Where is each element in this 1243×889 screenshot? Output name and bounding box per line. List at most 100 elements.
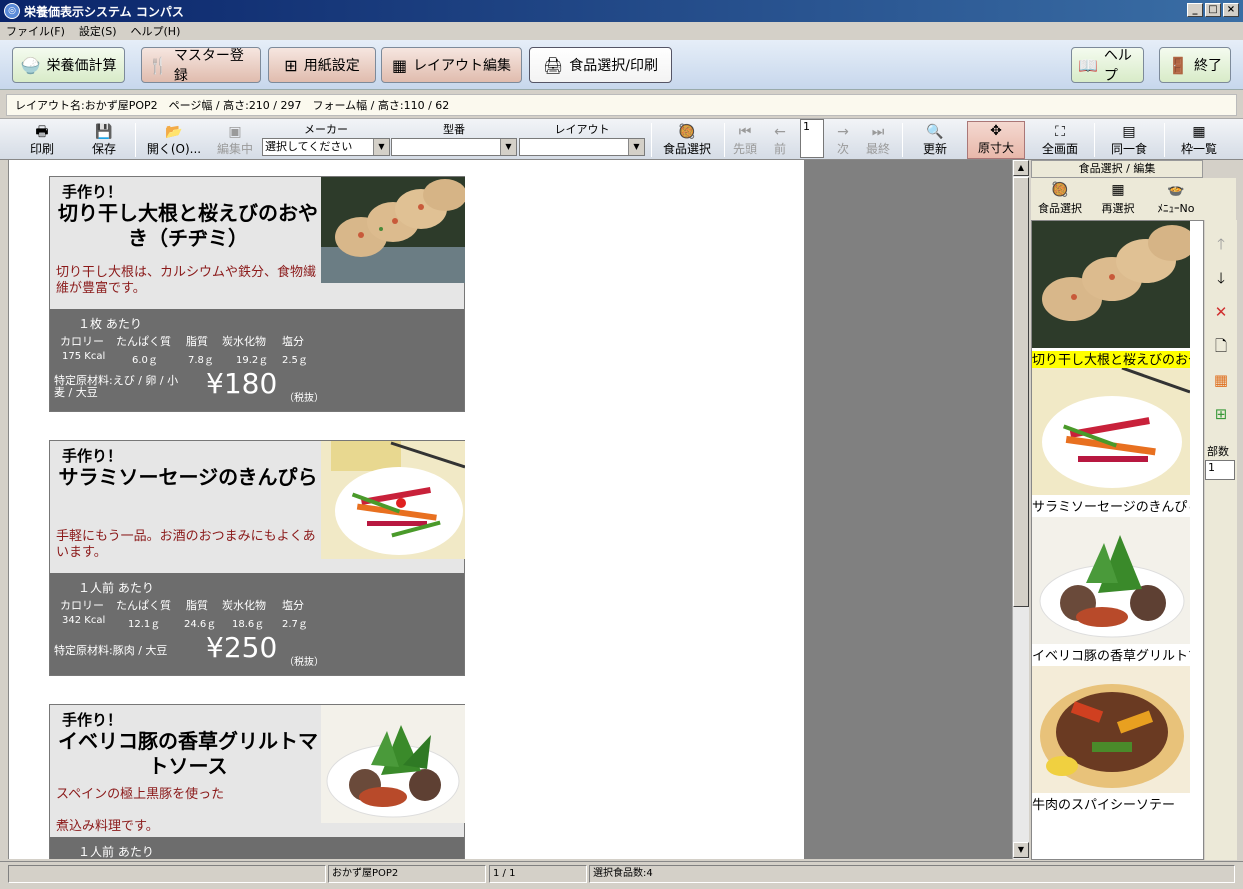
fullscreen-button[interactable]: ⛶ 全画面: [1033, 121, 1087, 159]
minimize-button[interactable]: _: [1187, 3, 1203, 17]
refresh-icon: 🔍: [926, 124, 944, 140]
food-thumbnail: [1032, 366, 1191, 495]
first-page-button[interactable]: ⏮ 先頭: [729, 121, 761, 159]
list-item[interactable]: イベリコ豚の香草グリルトマトソース: [1032, 517, 1190, 667]
arrow-right-icon: →: [837, 124, 849, 140]
food-icon: 🥘: [1051, 182, 1069, 198]
food-thumbnail: [1032, 517, 1190, 644]
chevron-down-icon[interactable]: ▼: [628, 139, 644, 155]
food-name: 切り干し大根と桜えびのおやき（チヂミ）: [58, 201, 318, 250]
price: ¥250: [206, 631, 278, 664]
maximize-button[interactable]: □: [1205, 3, 1221, 17]
actual-size-button[interactable]: ✥ 原寸大: [967, 121, 1025, 159]
status-layout: おかず屋POP2: [328, 865, 486, 883]
copies-input[interactable]: 1: [1205, 460, 1235, 480]
editing-button: ▣ 編集中: [216, 124, 253, 156]
same-meal-icon: ▤: [1122, 124, 1136, 140]
reselect-button[interactable]: ▦ 再選択: [1095, 180, 1141, 216]
move-up-icon[interactable]: 🡑: [1211, 234, 1231, 254]
open-button[interactable]: 📂 開く(O)...: [143, 121, 205, 159]
delete-icon[interactable]: ✕: [1211, 302, 1231, 322]
help-button[interactable]: 📖 ヘルプ: [1071, 47, 1144, 84]
refresh-button[interactable]: 🔍 更新: [914, 121, 956, 159]
frame-list-button[interactable]: ▦ 枠一覧: [1172, 121, 1226, 159]
nutrition-calc-button[interactable]: 🍚 栄養価計算: [12, 47, 125, 83]
rice-bowl-icon: 🍚: [20, 55, 41, 75]
new-document-icon[interactable]: 🗋: [1211, 336, 1231, 356]
add-frame-icon[interactable]: ⊞: [1211, 404, 1231, 424]
scroll-up-icon[interactable]: ▲: [1013, 160, 1029, 176]
list-item[interactable]: 牛肉のスパイシーソテー: [1032, 666, 1190, 816]
model-label: 型番: [443, 123, 465, 136]
same-meal-button[interactable]: ▤ 同一食: [1102, 121, 1156, 159]
food-description: スペインの極上黒豚を使った: [56, 787, 225, 802]
print-button[interactable]: 🖶 印刷: [22, 121, 62, 159]
nutrient-header: 脂質: [186, 335, 208, 348]
pop-card[interactable]: 手作り！ イベリコ豚の香草グリルトマトソース スペインの極上黒豚を使った 煮込み…: [49, 704, 465, 859]
toolbar: 🖶 印刷 💾 保存 📂 開く(O)... ▣ 編集中 メーカー 選択してください…: [0, 118, 1243, 160]
save-button[interactable]: 💾 保存: [84, 121, 124, 159]
save-icon: 💾: [95, 124, 113, 140]
food-photo: [321, 177, 465, 283]
model-select[interactable]: ▼: [391, 138, 517, 156]
serving-unit: １枚 あたり: [78, 317, 142, 331]
food-icon: 🥘: [678, 124, 696, 140]
chevron-down-icon[interactable]: ▼: [500, 139, 516, 155]
last-page-button[interactable]: ⏭ 最終: [860, 121, 896, 159]
right-panel-toolbar: 🥘 食品選択 ▦ 再選択 🍲 ﾒﾆｭｰNo: [1031, 178, 1236, 220]
paper-settings-button[interactable]: ⊞ 用紙設定: [268, 47, 376, 83]
exit-button[interactable]: 🚪 終了: [1159, 47, 1231, 83]
close-button[interactable]: ×: [1223, 3, 1239, 17]
chevron-down-icon[interactable]: ▼: [373, 139, 389, 155]
food-name: イベリコ豚の香草グリルトマトソース: [58, 729, 318, 778]
handmade-label: 手作り！: [62, 711, 123, 729]
pop-card[interactable]: 手作り！ 切り干し大根と桜えびのおやき（チヂミ） 切り干し大根は、カルシウムや鉄…: [49, 176, 465, 412]
menu-number-button[interactable]: 🍲 ﾒﾆｭｰNo: [1149, 180, 1203, 216]
grid-icon: ⊞: [284, 55, 298, 75]
serving-unit: １人前 あたり: [78, 581, 154, 595]
nutrient-value: 2.7ｇ: [282, 619, 308, 630]
master-register-button[interactable]: 🍴 マスター登録: [141, 47, 261, 84]
food-select-button[interactable]: 🥘 食品選択: [659, 121, 715, 159]
separator: [724, 123, 725, 157]
nutrient-value: 24.6ｇ: [184, 619, 217, 630]
move-down-icon[interactable]: 🡓: [1211, 268, 1231, 288]
status-selected-count: 選択食品数:4: [589, 865, 1235, 883]
layout-select[interactable]: ▼: [519, 138, 645, 156]
list-item-label: イベリコ豚の香草グリルトマトソース: [1032, 649, 1190, 664]
maker-label: メーカー: [304, 123, 348, 136]
panel-food-select-button[interactable]: 🥘 食品選択: [1033, 180, 1087, 216]
nutrient-value: 19.2ｇ: [236, 355, 269, 366]
page-number-input[interactable]: 1: [800, 119, 824, 158]
next-page-button[interactable]: → 次: [828, 121, 858, 159]
window-title: 栄養価表示システム コンパス: [24, 4, 184, 19]
pop-card[interactable]: 手作り！ サラミソーセージのきんぴら 手軽にもう一品。お酒のおつまみにもよくあい…: [49, 440, 465, 676]
tax-note: （税抜）: [284, 393, 324, 404]
list-item[interactable]: 切り干し大根と桜えびのおやき: [1032, 221, 1196, 371]
scroll-down-icon[interactable]: ▼: [1013, 842, 1029, 858]
menu-file[interactable]: ファイル(F): [6, 23, 65, 39]
layout-edit-button[interactable]: ▦ レイアウト編集: [381, 47, 522, 83]
maker-select[interactable]: 選択してください ▼: [262, 138, 390, 156]
frame-list-icon: ▦: [1192, 124, 1206, 140]
vertical-scrollbar[interactable]: ▲ ▼: [1012, 160, 1029, 859]
menu-help[interactable]: ヘルプ(H): [131, 23, 181, 39]
selected-food-list: 切り干し大根と桜えびのおやき サラミソーセージのきんぴら イベリコ豚の香草グリル…: [1031, 220, 1204, 860]
title-bar: ◎ 栄養価表示システム コンパス _ □ ×: [0, 0, 1243, 22]
nutrient-header: 塩分: [282, 599, 304, 612]
grid-icon[interactable]: ▦: [1211, 370, 1231, 390]
nutrient-header: カロリー: [60, 599, 104, 612]
food-thumbnail: [1032, 221, 1196, 348]
status-panel: [8, 865, 326, 883]
food-description: 切り干し大根は、カルシウムや鉄分、食物繊維が豊富です。: [56, 265, 317, 296]
list-item[interactable]: サラミソーセージのきんぴら: [1032, 366, 1191, 518]
scroll-thumb[interactable]: [1013, 177, 1029, 607]
menu-settings[interactable]: 設定(S): [79, 23, 117, 39]
nutrient-value: 6.0ｇ: [132, 355, 158, 366]
grid-icon: ▦: [1111, 182, 1125, 198]
nutrient-value: 175 Kcal: [62, 351, 106, 362]
separator: [902, 123, 903, 157]
prev-page-button[interactable]: ← 前: [765, 121, 795, 159]
food-select-print-button[interactable]: 🖨 食品選択/印刷: [529, 47, 672, 83]
serving-unit: １人前 あたり: [78, 845, 154, 859]
